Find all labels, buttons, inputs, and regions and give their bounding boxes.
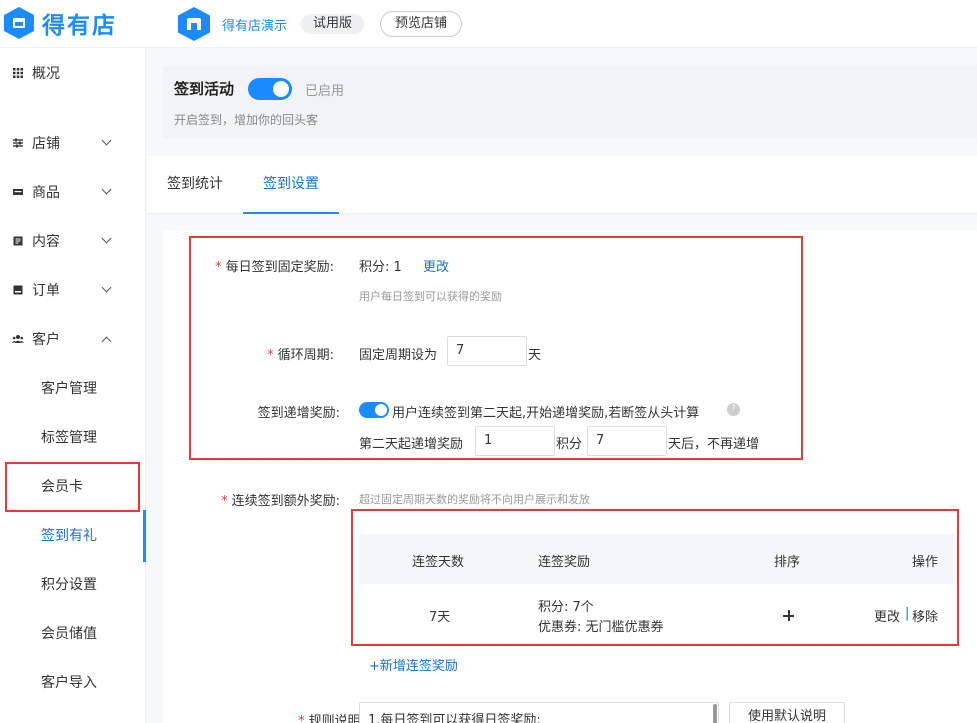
chevron-down-icon — [101, 233, 112, 244]
activity-enable-toggle[interactable] — [248, 78, 292, 100]
top-header: 得有店 得有店演示 试用版 预览店铺 — [0, 0, 977, 48]
textarea-scrollbar[interactable] — [713, 704, 717, 723]
sidebar-item-orders[interactable]: 订单 — [0, 275, 146, 305]
highlight-box-sidebar — [5, 462, 140, 512]
chevron-down-icon — [101, 135, 112, 146]
store-icon — [178, 7, 210, 41]
sidebar-item-label: 内容 — [32, 234, 60, 250]
sidebar-subitem-customer-management[interactable]: 客户管理 — [0, 373, 146, 403]
sidebar-item-customers[interactable]: 客户 — [0, 324, 146, 354]
activity-description: 开启签到，增加你的回头客 — [174, 113, 319, 127]
tab-checkin-stats[interactable]: 签到统计 — [167, 156, 223, 214]
rules-textarea[interactable]: 1.每日签到可以获得日签奖励; — [359, 702, 719, 723]
sidebar-subitem-member-stored-value[interactable]: 会员储值 — [0, 618, 146, 648]
sidebar-item-content[interactable]: 内容 — [0, 226, 146, 256]
sidebar-item-products[interactable]: 商品 — [0, 177, 146, 207]
tab-checkin-settings[interactable]: 签到设置 — [243, 156, 339, 214]
trial-badge: 试用版 — [301, 14, 365, 34]
sidebar-subitem-checkin-gift[interactable]: 签到有礼 — [0, 520, 146, 550]
sidebar-subitem-label: 签到有礼 — [41, 528, 97, 544]
sidebar-item-label: 店铺 — [32, 136, 60, 152]
brand-bag-icon — [4, 7, 34, 39]
sidebar-subitem-label: 会员储值 — [41, 626, 97, 642]
sidebar-item-label: 客户 — [32, 332, 60, 348]
brand-name: 得有店 — [42, 13, 117, 39]
activity-title: 签到活动 — [174, 80, 235, 98]
sidebar-subitem-points-settings[interactable]: 积分设置 — [0, 569, 146, 599]
active-indicator — [143, 510, 146, 562]
sidebar-subitem-customer-import[interactable]: 客户导入 — [0, 667, 146, 697]
sidebar-subitem-label: 积分设置 — [41, 577, 97, 593]
sliders-icon — [13, 138, 23, 148]
chevron-down-icon — [101, 184, 112, 195]
activity-status: 已启用 — [305, 84, 345, 99]
sidebar-item-label: 订单 — [32, 283, 60, 299]
users-icon — [12, 335, 24, 343]
order-icon — [13, 285, 23, 295]
sidebar-subitem-label: 客户导入 — [41, 675, 97, 691]
list-icon — [13, 189, 23, 195]
grid-icon — [13, 68, 23, 78]
extra-reward-label: 连续签到额外奖励: — [221, 490, 340, 509]
preview-store-button[interactable]: 预览店铺 — [380, 11, 463, 37]
sidebar-subitem-label: 客户管理 — [41, 381, 97, 397]
highlight-box-table — [351, 509, 959, 646]
sidebar-item-overview[interactable]: 概况 — [0, 58, 146, 88]
tab-bar: 签到统计 签到设置 — [147, 156, 977, 214]
sidebar-subitem-tag-management[interactable]: 标签管理 — [0, 422, 146, 452]
store-name[interactable]: 得有店演示 — [222, 15, 287, 34]
use-default-rules-button[interactable]: 使用默认说明 — [729, 702, 845, 723]
sidebar: 概况 店铺 商品 内容 订单 客户 客户管理 标签管理 会员卡 签到有礼 积分设… — [0, 48, 146, 723]
chevron-up-icon — [101, 336, 112, 347]
rules-label: 规则说明: — [298, 710, 365, 723]
store-switcher: 得有店演示 试用版 预览店铺 — [178, 6, 463, 42]
highlight-box-rewards — [189, 236, 803, 460]
extra-reward-hint: 超过固定周期天数的奖励将不向用户展示和发放 — [359, 493, 590, 506]
checkin-activity-card: 签到活动 已启用 开启签到，增加你的回头客 — [163, 66, 977, 138]
sidebar-subitem-label: 标签管理 — [41, 430, 97, 446]
add-streak-reward-link[interactable]: +新增连签奖励 — [369, 655, 458, 674]
sidebar-item-label: 概况 — [32, 66, 60, 82]
sidebar-item-store[interactable]: 店铺 — [0, 128, 146, 158]
brand-logo[interactable]: 得有店 — [4, 6, 117, 40]
chevron-down-icon — [101, 282, 112, 293]
sidebar-item-label: 商品 — [32, 185, 60, 201]
doc-icon — [13, 236, 23, 246]
